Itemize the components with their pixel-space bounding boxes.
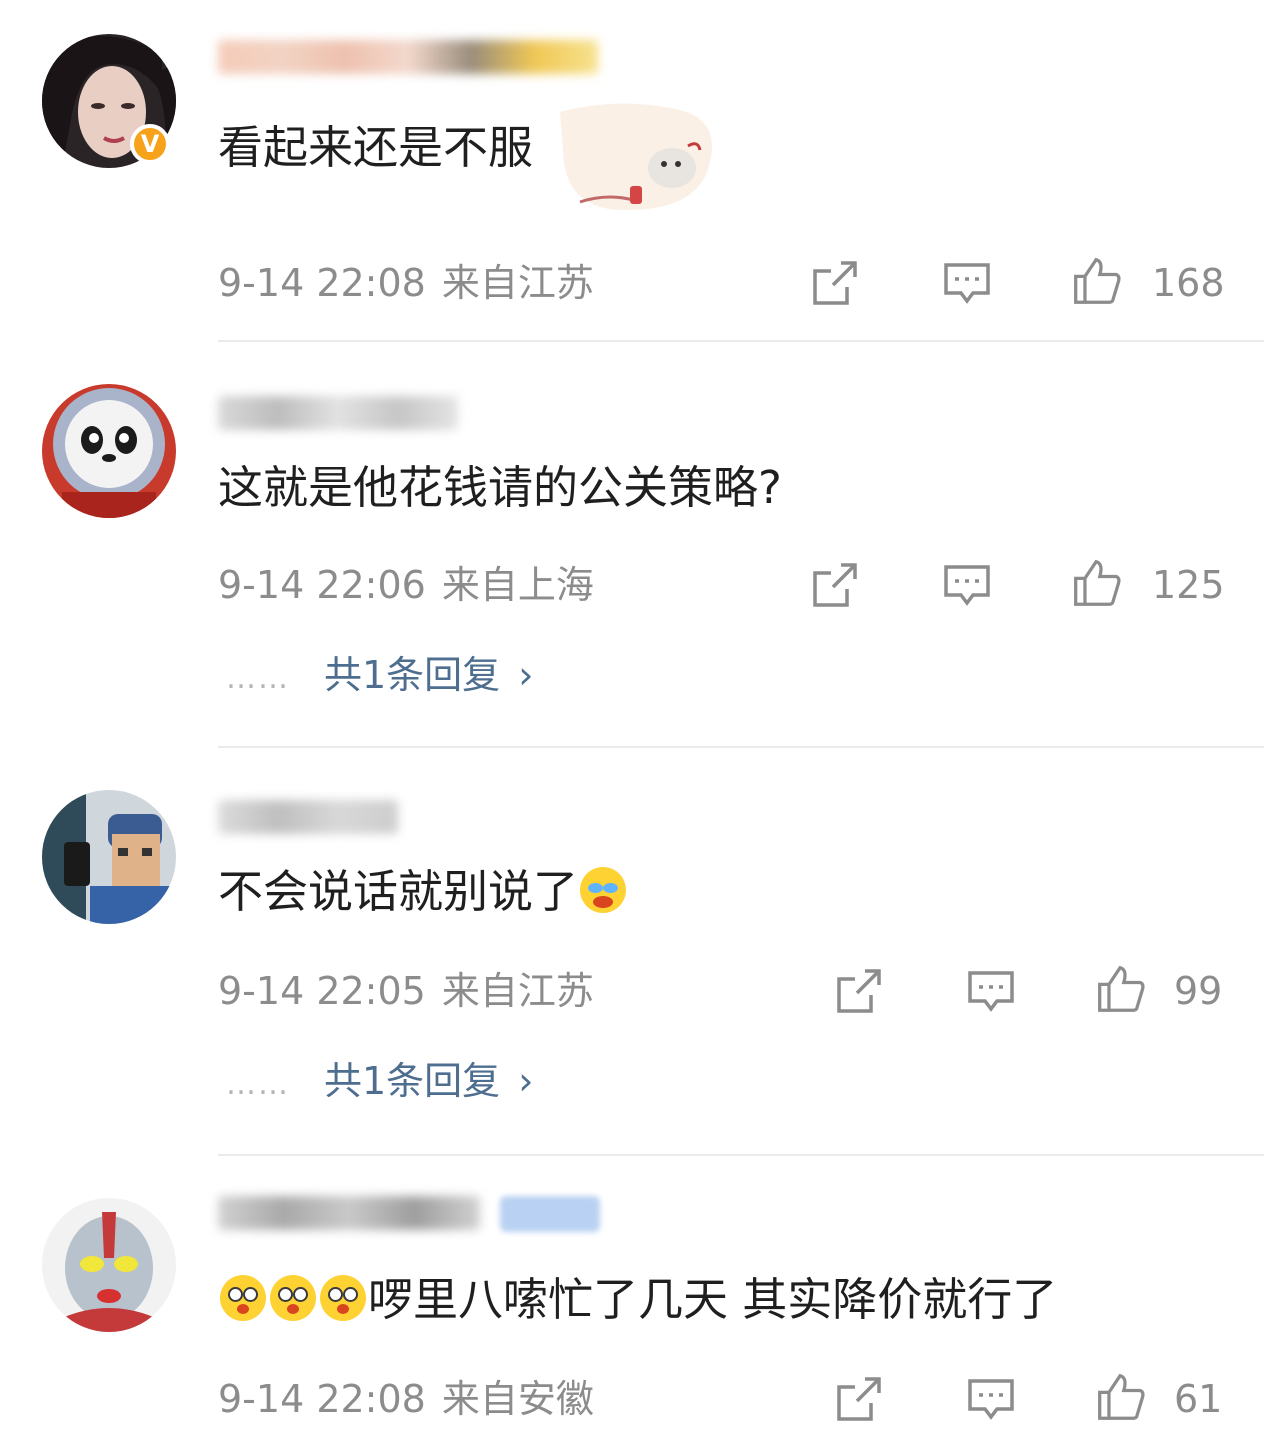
username-blurred[interactable]	[218, 396, 458, 430]
comment-text: 这就是他花钱请的公关策略?	[218, 461, 782, 514]
like-count: 168	[1152, 261, 1225, 305]
comment-icon[interactable]	[942, 258, 992, 308]
cartoon-man-icon	[42, 790, 176, 924]
share-icon[interactable]	[810, 258, 860, 308]
comment-text: 啰里八嗦忙了几天 其实降价就行了	[218, 1270, 1057, 1330]
comment-icon[interactable]	[966, 966, 1016, 1016]
chevron-right-icon: ›	[518, 1059, 534, 1103]
ellipsis-icon: ……	[226, 1067, 290, 1102]
member-badge-blurred	[500, 1196, 600, 1232]
comment-time: 9-14 22:08	[218, 261, 426, 305]
shocked-emoji-icon	[320, 1275, 366, 1321]
username-blurred[interactable]	[218, 800, 398, 834]
comment-location: 来自江苏	[441, 261, 594, 305]
avatar[interactable]	[42, 790, 176, 924]
like-icon[interactable]	[1072, 256, 1122, 306]
like-count: 99	[1174, 969, 1223, 1013]
shocked-emoji-icon	[220, 1275, 266, 1321]
panda-astronaut-icon	[42, 384, 176, 518]
comment-meta: 9-14 22:08 来自江苏	[218, 258, 594, 308]
share-icon[interactable]	[810, 560, 860, 610]
shocked-emoji-icon	[270, 1275, 316, 1321]
divider	[218, 1154, 1264, 1156]
comment-icon[interactable]	[966, 1374, 1016, 1424]
share-icon[interactable]	[834, 1374, 884, 1424]
verified-badge-icon: V	[130, 124, 170, 164]
view-replies-link[interactable]: …… 共1条回复 ›	[226, 1056, 533, 1110]
view-replies-link[interactable]: …… 共1条回复 ›	[226, 650, 533, 704]
comment-icon[interactable]	[942, 560, 992, 610]
like-icon[interactable]	[1096, 964, 1146, 1014]
comment-meta: 9-14 22:06 来自上海	[218, 560, 594, 610]
comment-text: 看起来还是不服	[218, 121, 534, 174]
username-blurred[interactable]	[218, 40, 598, 74]
like-icon[interactable]	[1096, 1372, 1146, 1422]
username-blurred[interactable]	[218, 1196, 480, 1230]
cat-sticker-icon	[560, 102, 720, 212]
comment-location: 来自江苏	[441, 969, 594, 1013]
chevron-right-icon: ›	[518, 653, 534, 697]
replies-count[interactable]: 共1条回复	[324, 653, 500, 697]
comment-time: 9-14 22:06	[218, 563, 426, 607]
avatar[interactable]	[42, 384, 176, 518]
laughing-crying-emoji-icon	[580, 867, 627, 913]
comment-text-content: 啰里八嗦忙了几天 其实降价就行了	[368, 1273, 1058, 1326]
comment-text: 不会说话就别说了	[218, 862, 628, 922]
divider	[218, 340, 1264, 342]
replies-count[interactable]: 共1条回复	[324, 1059, 500, 1103]
comment-meta: 9-14 22:08 来自安徽	[218, 1374, 594, 1424]
comment-text-content: 不会说话就别说了	[218, 865, 579, 918]
like-count: 61	[1174, 1377, 1223, 1421]
comment-location: 来自上海	[441, 563, 594, 607]
like-icon[interactable]	[1072, 558, 1122, 608]
comment-time: 9-14 22:05	[218, 969, 426, 1013]
avatar[interactable]	[42, 1198, 176, 1332]
share-icon[interactable]	[834, 966, 884, 1016]
ultraman-icon	[42, 1198, 176, 1332]
comment-meta: 9-14 22:05 来自江苏	[218, 966, 594, 1016]
comment-time: 9-14 22:08	[218, 1377, 426, 1421]
comment-list: V 看起来还是不服 9-14 22:08 来自江苏 168 这就是他花钱请的公关…	[0, 0, 1264, 1446]
divider	[218, 746, 1264, 748]
like-count: 125	[1152, 563, 1225, 607]
ellipsis-icon: ……	[226, 661, 290, 696]
comment-location: 来自安徽	[441, 1377, 594, 1421]
